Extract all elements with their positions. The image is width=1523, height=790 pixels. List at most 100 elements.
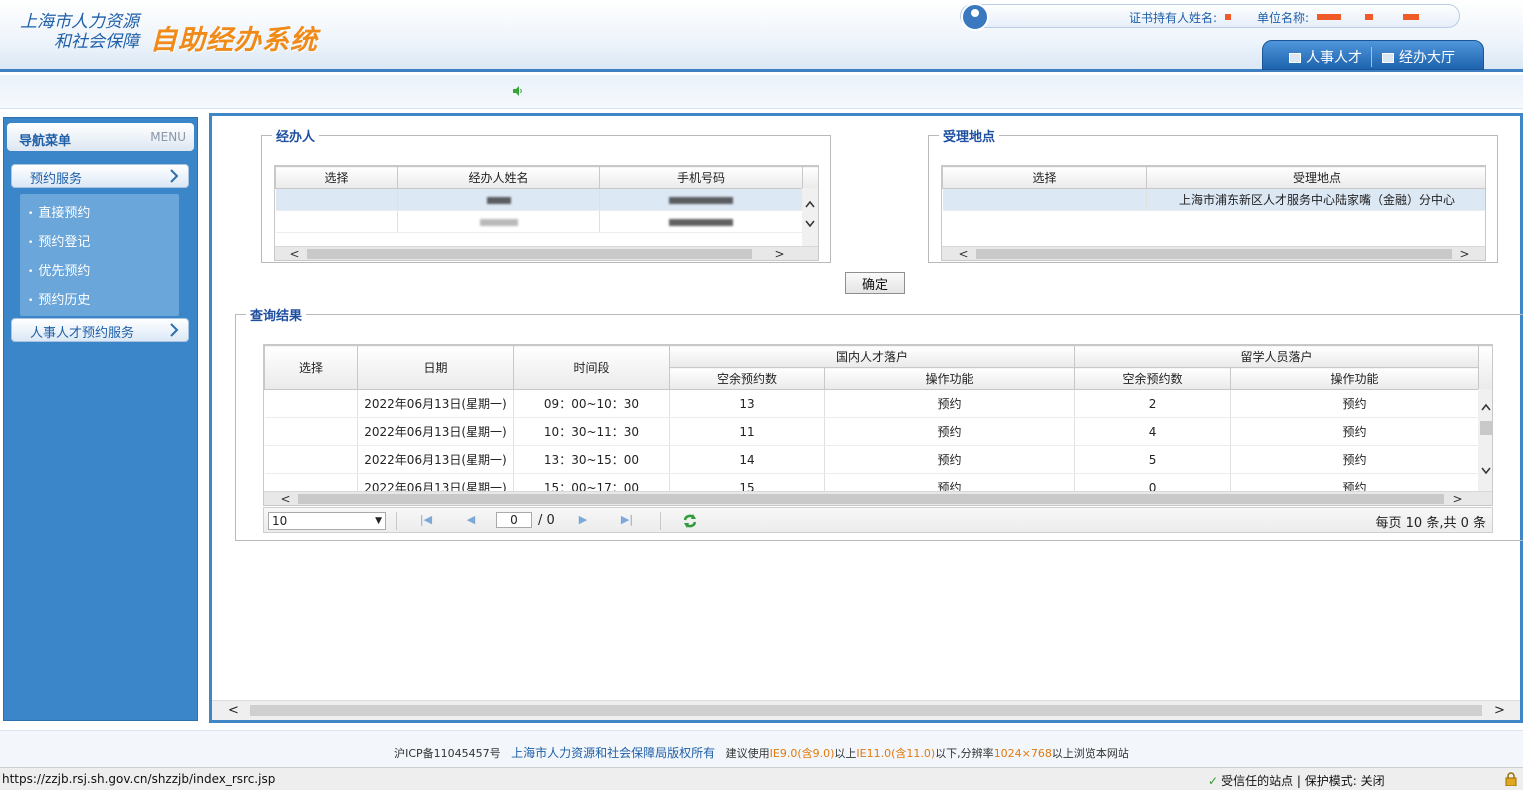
- row-select-cell[interactable]: [275, 188, 398, 211]
- scroll-left-icon[interactable]: <: [956, 247, 971, 260]
- first-page-icon[interactable]: |◀: [419, 513, 433, 527]
- domestic-reserve-link[interactable]: 预约: [824, 389, 1076, 418]
- location-hscroll[interactable]: < >: [942, 246, 1485, 260]
- results-hscroll[interactable]: < >: [264, 491, 1492, 505]
- col-date: 日期: [357, 345, 514, 390]
- table-row[interactable]: 2022年06月13日(星期一) 13：30~15：00 14 预约 5 预约: [264, 445, 1492, 474]
- results-header-row1: 选择 日期 时间段 国内人才落户 留学人员落户: [264, 345, 1492, 390]
- agent-name-cell: [397, 188, 600, 211]
- col-select: 选择: [275, 166, 398, 189]
- agent-hscroll[interactable]: < >: [275, 246, 818, 260]
- trusted-site-status: ✓ 受信任的站点 | 保护模式: 关闭: [1208, 772, 1385, 789]
- tab-hall[interactable]: 经办大厅: [1371, 47, 1455, 67]
- overseas-reserve-link[interactable]: 预约: [1230, 417, 1480, 446]
- scroll-left-icon[interactable]: <: [287, 247, 302, 260]
- ie-range-2: IE11.0(含11.0): [856, 747, 936, 760]
- advice-mid-2: 以下,分辨率: [935, 747, 994, 760]
- overseas-reserve-link[interactable]: 预约: [1230, 445, 1480, 474]
- results-vscroll[interactable]: [1478, 389, 1492, 491]
- chevron-down-icon[interactable]: [805, 220, 815, 228]
- masked-unit: [1365, 14, 1373, 20]
- next-page-icon[interactable]: ▶: [576, 513, 590, 527]
- nav-item-history[interactable]: 预约历史: [28, 289, 90, 308]
- copyright-link[interactable]: 上海市人力资源和社会保障局版权所有: [511, 746, 715, 760]
- tab-talent[interactable]: 人事人才: [1289, 47, 1362, 67]
- status-url: https://zzjb.rsj.sh.gov.cn/shzzjb/index_…: [2, 772, 276, 786]
- scroll-right-icon[interactable]: >: [1457, 247, 1472, 260]
- hall-icon: [1382, 53, 1394, 63]
- col-select: 选择: [942, 166, 1147, 189]
- overseas-slots-cell: 5: [1074, 445, 1232, 474]
- prev-page-icon[interactable]: ◀: [464, 513, 478, 527]
- col-agent-name: 经办人姓名: [397, 166, 600, 189]
- scroll-thumb[interactable]: [307, 249, 752, 259]
- col-scroll: [802, 166, 818, 189]
- chevron-up-icon[interactable]: [1481, 403, 1491, 411]
- scroll-left-icon[interactable]: <: [278, 492, 293, 505]
- row-select-cell[interactable]: [275, 210, 398, 233]
- domestic-reserve-link[interactable]: 预约: [824, 445, 1076, 474]
- main-hscroll[interactable]: < >: [212, 700, 1520, 720]
- overseas-slots-cell: 2: [1074, 389, 1232, 418]
- dropdown-arrow-icon[interactable]: ▼: [375, 513, 382, 529]
- table-row[interactable]: 2022年06月13日(星期一) 10：30~11：30 11 预约 4 预约: [264, 417, 1492, 446]
- scroll-right-icon[interactable]: >: [1494, 703, 1505, 718]
- col-domestic-slots: 空余预约数: [669, 367, 825, 390]
- nav-group-talent[interactable]: 人事人才预约服务: [11, 318, 189, 342]
- scroll-thumb[interactable]: [298, 494, 1444, 504]
- phone-cell: [599, 210, 803, 233]
- scroll-right-icon[interactable]: >: [1450, 492, 1465, 505]
- page-number-input[interactable]: 0: [496, 512, 532, 528]
- row-select-cell[interactable]: [264, 445, 358, 474]
- talent-icon: [1289, 53, 1301, 63]
- lock-icon[interactable]: [1505, 772, 1517, 786]
- agent-vscroll[interactable]: [802, 188, 818, 246]
- domestic-slots-cell: 14: [669, 445, 825, 474]
- results-legend: 查询结果: [250, 309, 303, 324]
- advice-mid-1: 以上: [834, 747, 857, 760]
- user-avatar-icon: [961, 3, 989, 31]
- scroll-thumb[interactable]: [1480, 421, 1492, 435]
- nav-group-reservation[interactable]: 预约服务: [11, 164, 189, 188]
- nav-title: 导航菜单: [19, 134, 72, 149]
- confirm-button[interactable]: 确定: [845, 272, 905, 294]
- time-cell: 10：30~11：30: [513, 417, 670, 446]
- chevron-down-icon[interactable]: [1481, 467, 1491, 475]
- scroll-thumb[interactable]: [250, 705, 1482, 716]
- col-select: 选择: [264, 345, 358, 390]
- table-row[interactable]: [275, 188, 818, 211]
- refresh-icon[interactable]: [682, 513, 698, 529]
- agent-name-cell: [397, 210, 600, 233]
- page-size-select[interactable]: 10 ▼: [268, 512, 386, 530]
- table-row[interactable]: 2022年06月13日(星期一) 09：00~10：30 13 预约 2 预约: [264, 389, 1492, 418]
- pager: 10 ▼ |◀ ◀ 0 / 0 ▶ ▶| 每页 10 条,共 0 条: [263, 507, 1493, 533]
- table-row[interactable]: 上海市浦东新区人才服务中心陆家嘴（金融）分中心: [942, 188, 1485, 211]
- date-cell: 2022年06月13日(星期一): [357, 445, 514, 474]
- domestic-slots-cell: 11: [669, 417, 825, 446]
- last-page-icon[interactable]: ▶|: [620, 513, 634, 527]
- trust-text: 受信任的站点 | 保护模式: 关闭: [1221, 774, 1385, 788]
- row-select-cell[interactable]: [264, 389, 358, 418]
- nav-item-direct[interactable]: 直接预约: [28, 202, 90, 221]
- date-cell: 2022年06月13日(星期一): [357, 417, 514, 446]
- nav-item-register[interactable]: 预约登记: [28, 231, 90, 250]
- scroll-right-icon[interactable]: >: [772, 247, 787, 260]
- speaker-icon[interactable]: [513, 86, 523, 96]
- tab-hall-label: 经办大厅: [1399, 50, 1455, 66]
- chevron-up-icon[interactable]: [805, 200, 815, 208]
- domestic-reserve-link[interactable]: 预约: [824, 417, 1076, 446]
- date-cell: 2022年06月13日(星期一): [357, 389, 514, 418]
- scroll-thumb[interactable]: [976, 249, 1452, 259]
- col-overseas-slots: 空余预约数: [1074, 367, 1232, 390]
- pager-divider: [396, 512, 397, 530]
- user-info-bar: 证书持有人姓名: 单位名称:: [960, 3, 1460, 31]
- advice-pre: 建议使用: [725, 747, 770, 760]
- row-select-cell[interactable]: [264, 417, 358, 446]
- table-row[interactable]: [275, 210, 818, 233]
- scroll-left-icon[interactable]: <: [228, 703, 239, 718]
- overseas-reserve-link[interactable]: 预约: [1230, 389, 1480, 418]
- nav-item-priority[interactable]: 优先预约: [28, 260, 90, 279]
- agent-grid: 选择 经办人姓名 手机号码 < >: [274, 165, 819, 261]
- row-select-cell[interactable]: [942, 188, 1147, 211]
- agent-legend: 经办人: [276, 130, 316, 145]
